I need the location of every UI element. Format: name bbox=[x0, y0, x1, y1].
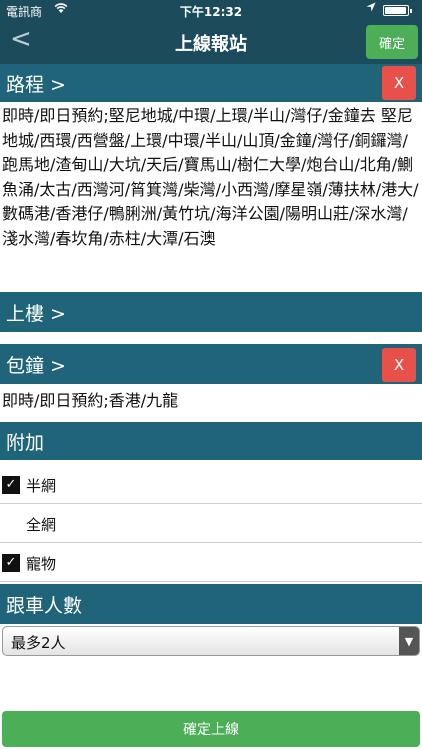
upstairs-section-header[interactable]: 上樓 > bbox=[0, 292, 422, 332]
charter-section-header[interactable]: 包鐘 > X bbox=[0, 344, 422, 384]
passengers-section-header: 跟車人數 bbox=[0, 584, 422, 624]
route-text: 即時/即日預約;堅尼地城/中環/上環/半山/灣仔/金鐘去 堅尼地城/西環/西營盤… bbox=[2, 106, 419, 248]
charter-text: 即時/即日預約;香港/九龍 bbox=[2, 391, 179, 410]
addon-half-net-row[interactable]: ✓ 半網 bbox=[0, 466, 422, 504]
route-remove-button[interactable]: X bbox=[382, 66, 416, 100]
pet-label: 寵物 bbox=[26, 555, 57, 573]
half-net-label: 半網 bbox=[26, 477, 57, 495]
passenger-count-select[interactable]: 最多2人 ▼ bbox=[2, 626, 420, 656]
route-header-label: 路程 > bbox=[6, 73, 66, 96]
location-arrow-icon bbox=[366, 2, 376, 15]
route-section-header[interactable]: 路程 > X bbox=[0, 64, 422, 102]
page-title: 上線報站 bbox=[175, 34, 247, 55]
pet-checkbox[interactable]: ✓ bbox=[2, 554, 20, 572]
battery-icon bbox=[383, 5, 412, 16]
half-net-checkbox[interactable]: ✓ bbox=[2, 476, 20, 494]
addons-section-header: 附加 bbox=[0, 422, 422, 460]
addons-header-label: 附加 bbox=[6, 431, 45, 454]
passengers-header-label: 跟車人數 bbox=[6, 594, 83, 617]
dropdown-arrow-icon[interactable]: ▼ bbox=[399, 627, 419, 655]
confirm-top-button[interactable]: 確定 bbox=[366, 25, 418, 59]
status-bar: 電訊商 下午12:32 bbox=[0, 0, 422, 20]
full-net-label: 全網 bbox=[26, 516, 57, 534]
charter-header-label: 包鐘 > bbox=[6, 354, 66, 377]
status-time: 下午12:32 bbox=[179, 5, 243, 19]
upstairs-header-label: 上樓 > bbox=[6, 302, 66, 325]
charter-remove-button[interactable]: X bbox=[382, 348, 416, 382]
passenger-count-value: 最多2人 bbox=[11, 634, 66, 652]
confirm-online-button[interactable]: 確定上線 bbox=[2, 711, 420, 747]
addon-full-net-row[interactable]: 全網 bbox=[0, 505, 422, 543]
addon-pet-row[interactable]: ✓ 寵物 bbox=[0, 544, 422, 582]
nav-bar: < 上線報站 確定 bbox=[0, 20, 422, 64]
